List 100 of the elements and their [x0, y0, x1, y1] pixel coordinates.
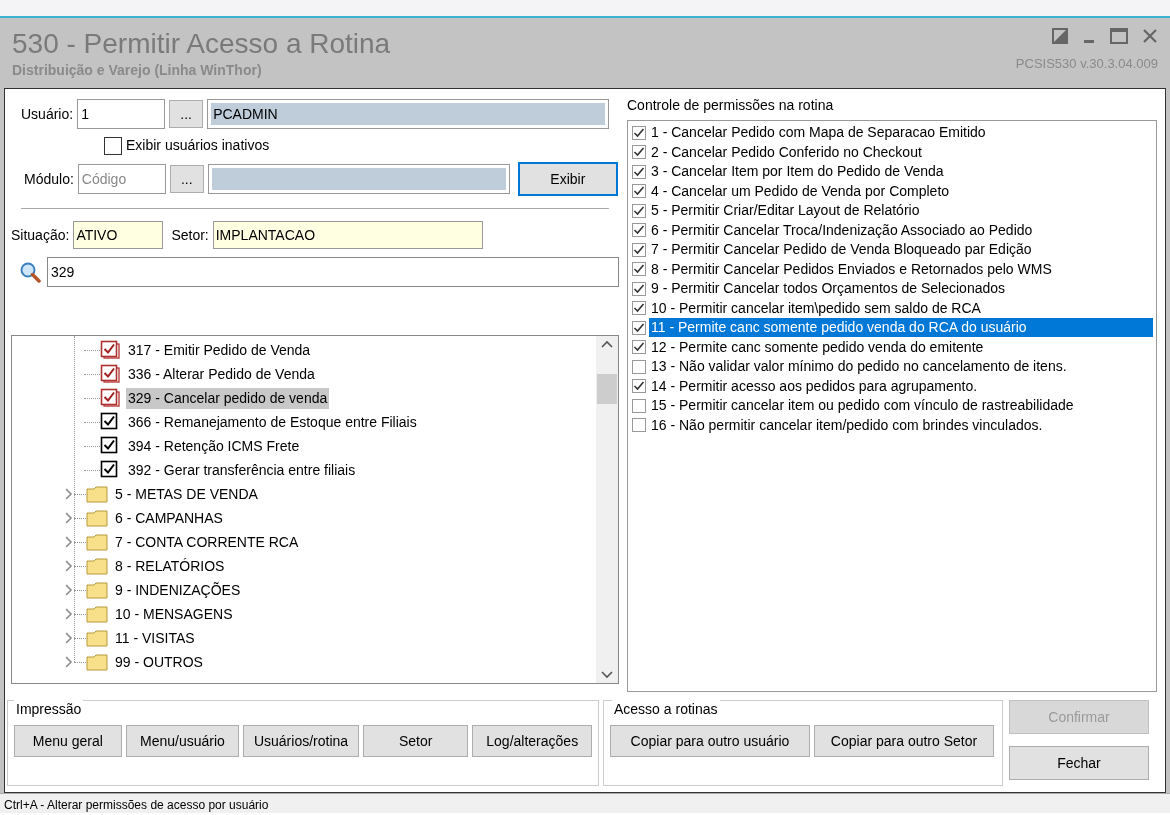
expand-icon[interactable]	[64, 632, 74, 644]
checkbox[interactable]	[631, 397, 647, 414]
checkbox[interactable]	[631, 241, 647, 258]
checkbox[interactable]	[631, 144, 647, 161]
checkbox[interactable]	[631, 124, 647, 141]
checkbox[interactable]	[104, 136, 122, 155]
checkbox[interactable]	[631, 183, 647, 200]
folder-icon	[86, 605, 108, 623]
user-name-field[interactable]: PCADMIN	[207, 99, 609, 129]
tree-item[interactable]: 10 - MENSAGENS	[114, 603, 234, 625]
expand-icon[interactable]	[64, 536, 74, 548]
search-icon	[19, 261, 41, 283]
checkbox[interactable]	[631, 300, 647, 317]
tree-item[interactable]: 317 - Emitir Pedido de Venda	[126, 339, 313, 361]
permission-item[interactable]: 2 - Cancelar Pedido Conferido no Checkout	[649, 142, 1153, 162]
expand-icon[interactable]	[64, 512, 74, 524]
scroll-up-icon[interactable]	[601, 340, 613, 348]
checkbox[interactable]	[631, 319, 647, 336]
permission-item[interactable]: 15 - Permitir cancelar item ou pedido com vínculo de rastreabilidade	[649, 396, 1153, 416]
user-code-field[interactable]: 1	[77, 99, 166, 129]
permission-item[interactable]: 6 - Permitir Cancelar Troca/Indenização Associado ao Pedido	[649, 220, 1153, 240]
permission-item[interactable]: 4 - Cancelar um Pedido de Venda por Completo	[649, 181, 1153, 201]
checkbox[interactable]	[631, 163, 647, 180]
print-button[interactable]: Menu/usuário	[125, 725, 240, 757]
copy-button[interactable]: Copiar para outro Setor	[814, 725, 994, 757]
folder-icon	[86, 533, 108, 551]
maximize-icon[interactable]	[1110, 28, 1128, 44]
permission-item[interactable]: 10 - Permitir cancelar item\pedido sem saldo de RCA	[649, 298, 1153, 318]
folder-icon	[86, 509, 108, 527]
version-label: PCSIS530 v.30.3.04.009	[1015, 55, 1158, 73]
tree-item[interactable]: 9 - INDENIZAÇÕES	[114, 579, 242, 601]
checkbox[interactable]	[631, 417, 647, 434]
checkbox[interactable]	[631, 378, 647, 395]
checkbox[interactable]	[631, 202, 647, 219]
permission-item[interactable]: 13 - Não validar valor mínimo do pedido no cancelamento de itens.	[649, 357, 1153, 377]
expand-icon[interactable]	[64, 584, 74, 596]
permission-item[interactable]: 9 - Permitir Cancelar todos Orçamentos de Selecionados	[649, 279, 1153, 299]
permission-item[interactable]: 1 - Cancelar Pedido com Mapa de Separacao Emitido	[649, 123, 1153, 143]
folder-icon	[86, 629, 108, 647]
tree-item[interactable]: 394 - Retenção ICMS Frete	[126, 435, 302, 457]
tree-item[interactable]: 8 - RELATÓRIOS	[114, 555, 226, 577]
tree-item[interactable]: 329 - Cancelar pedido de venda	[126, 387, 330, 409]
permission-item[interactable]: 3 - Cancelar Item por Item do Pedido de Venda	[649, 162, 1153, 182]
print-button[interactable]: Log/alterações	[472, 725, 592, 757]
checkbox[interactable]	[631, 280, 647, 297]
permission-item[interactable]: 5 - Permitir Criar/Editar Layout de Relatório	[649, 201, 1153, 221]
permission-item[interactable]: 7 - Permitir Cancelar Pedido de Venda Bloqueado par Edição	[649, 240, 1153, 260]
folder-icon	[86, 581, 108, 599]
tree-item[interactable]: 99 - OUTROS	[114, 651, 204, 673]
expand-icon[interactable]	[64, 608, 74, 620]
module-code-field[interactable]: Código	[77, 164, 166, 194]
folder-icon	[86, 485, 108, 503]
folder-icon	[86, 557, 108, 575]
tree-item[interactable]: 366 - Remanejamento de Estoque entre Filiais	[126, 411, 419, 433]
permission-item[interactable]: 12 - Permite canc somente pedido venda do emitente	[649, 337, 1153, 357]
tree-item[interactable]: 6 - CAMPANHAS	[114, 507, 224, 529]
sector-field: IMPLANTACAO	[212, 221, 483, 249]
permission-item[interactable]: 11 - Permite canc somente pedido venda do RCA do usuário	[649, 318, 1153, 338]
checkbox[interactable]	[631, 222, 647, 239]
field-label: Situação:	[11, 225, 70, 245]
tree-item[interactable]: 392 - Gerar transferência entre filiais	[126, 459, 358, 481]
status-text: Ctrl+A - Alterar permissões de acesso por usuário	[4, 798, 269, 812]
tree-item[interactable]: 7 - CONTA CORRENTE RCA	[114, 531, 300, 553]
print-button[interactable]: Setor	[362, 725, 469, 757]
restore-icon[interactable]	[1052, 28, 1068, 44]
tree-item[interactable]: 336 - Alterar Pedido de Venda	[126, 363, 317, 385]
tree-item[interactable]: 5 - METAS DE VENDA	[114, 483, 259, 505]
action-button[interactable]: Fechar	[1009, 746, 1149, 780]
group-title: Impressão	[14, 699, 84, 720]
lookup-button[interactable]: ...	[169, 100, 204, 128]
expand-icon[interactable]	[64, 656, 74, 668]
scroll-thumb[interactable]	[597, 374, 617, 404]
expand-icon[interactable]	[64, 560, 74, 572]
search-field[interactable]: 329	[47, 257, 619, 287]
lookup-button[interactable]: ...	[169, 165, 204, 193]
module-name-field[interactable]	[207, 164, 510, 194]
folder-icon	[86, 653, 108, 671]
expand-icon[interactable]	[64, 488, 74, 500]
window-subtitle: Distribuição e Varejo (Linha WinThor)	[12, 61, 263, 80]
scroll-down-icon[interactable]	[601, 671, 613, 679]
window-title: 530 - Permitir Acesso a Rotina	[12, 28, 391, 60]
exibir-button[interactable]: Exibir	[517, 162, 618, 196]
print-button[interactable]: Menu geral	[14, 725, 122, 757]
checkbox-label[interactable]: Exibir usuários inativos	[126, 135, 270, 156]
checkbox[interactable]	[631, 261, 647, 278]
checkbox[interactable]	[100, 364, 122, 384]
copy-button[interactable]: Copiar para outro usuário	[610, 725, 810, 757]
checkbox[interactable]	[100, 388, 122, 408]
tree-item[interactable]: 11 - VISITAS	[114, 627, 196, 649]
close-icon[interactable]	[1142, 28, 1158, 44]
field-label: Módulo:	[24, 169, 74, 189]
print-button[interactable]: Usuários/rotina	[243, 725, 359, 757]
checkbox[interactable]	[631, 339, 647, 356]
permission-item[interactable]: 14 - Permitir acesso aos pedidos para agrupamento.	[649, 376, 1153, 396]
panel-title: Controle de permissões na rotina	[627, 96, 835, 115]
checkbox[interactable]	[631, 358, 647, 375]
scrollbar[interactable]	[596, 336, 618, 683]
permission-item[interactable]: 16 - Não permitir cancelar item/pedido com brindes vinculados.	[649, 415, 1153, 435]
checkbox[interactable]	[100, 340, 122, 360]
permission-item[interactable]: 8 - Permitir Cancelar Pedidos Enviados e Retornados pelo WMS	[649, 259, 1153, 279]
